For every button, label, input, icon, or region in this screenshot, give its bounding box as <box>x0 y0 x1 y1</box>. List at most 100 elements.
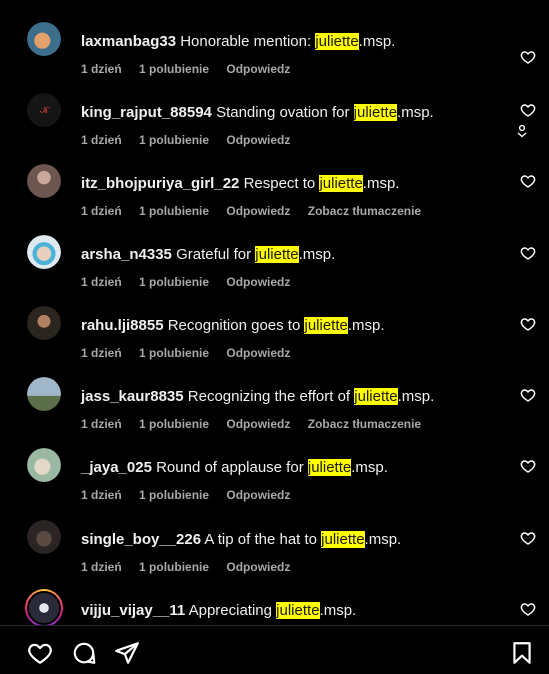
comment-time: 1 dzień <box>81 204 122 218</box>
heart-outline-icon[interactable] <box>520 173 536 189</box>
avatar-with-story-ring[interactable] <box>25 589 63 625</box>
see-translation-button[interactable]: Zobacz tłumaczenie <box>308 417 421 431</box>
bookmark-icon[interactable] <box>509 640 535 666</box>
comment-suffix: .msp. <box>364 531 402 548</box>
comment-meta: 1 dzień 1 polubienie Odpowiedz <box>81 133 304 147</box>
avatar[interactable] <box>27 520 61 554</box>
heart-outline-icon[interactable] <box>520 102 536 118</box>
comment-likes[interactable]: 1 polubienie <box>139 346 209 360</box>
comment-body: Recognizing the effort of <box>187 388 355 405</box>
comment-item: jass_kaur8835 Recognizing the effort of … <box>0 373 549 444</box>
action-bar <box>0 626 549 674</box>
comment-suffix: .msp. <box>397 104 434 121</box>
comment-item: 𝒦 king_rajput_88594 Standing ovation for… <box>0 89 549 160</box>
comment-body: A tip of the hat to <box>204 531 322 548</box>
comment-suffix: .msp. <box>351 459 388 476</box>
avatar[interactable] <box>27 448 61 482</box>
comment-mention[interactable]: juliette <box>304 317 348 334</box>
comment-meta: 1 dzień 1 polubienie Odpowiedz Zobacz tł… <box>81 204 435 218</box>
reply-button[interactable]: Odpowiedz <box>226 133 290 147</box>
comment-item: vijju_vijay__11 Appreciating juliette.ms… <box>0 587 549 625</box>
comment-likes[interactable]: 1 polubienie <box>139 488 209 502</box>
comment-username[interactable]: king_rajput_88594 <box>81 104 212 121</box>
comment-suffix: .msp. <box>358 33 396 50</box>
reply-button[interactable]: Odpowiedz <box>226 62 290 76</box>
comment-likes[interactable]: 1 polubienie <box>139 62 209 76</box>
comment-time: 1 dzień <box>81 417 122 431</box>
comment-time: 1 dzień <box>81 560 122 574</box>
comment-time: 1 dzień <box>81 346 122 360</box>
comment-text: vijju_vijay__11 Appreciating juliette.ms… <box>81 602 356 620</box>
avatar[interactable] <box>27 306 61 340</box>
comment-likes[interactable]: 1 polubienie <box>139 133 209 147</box>
comment-username[interactable]: vijju_vijay__11 <box>81 602 185 619</box>
avatar[interactable] <box>27 235 61 269</box>
avatar[interactable]: 𝒦 <box>27 93 61 127</box>
reply-button[interactable]: Odpowiedz <box>226 275 290 289</box>
reply-button[interactable]: Odpowiedz <box>226 560 290 574</box>
comment-body: Recognition goes to <box>167 317 305 334</box>
heart-outline-icon[interactable] <box>520 387 536 403</box>
comment-meta: 1 dzień 1 polubienie Odpowiedz <box>81 560 304 574</box>
comment-suffix: .msp. <box>298 246 336 263</box>
comment-suffix: .msp. <box>347 317 385 334</box>
avatar[interactable] <box>27 164 61 198</box>
comment-username[interactable]: laxmanbag33 <box>81 33 176 50</box>
comment-username[interactable]: itz_bhojpuriya_girl_22 <box>81 175 239 192</box>
heart-outline-icon[interactable] <box>520 458 536 474</box>
share-send-icon[interactable] <box>114 640 140 666</box>
heart-outline-icon[interactable] <box>520 530 536 546</box>
comment-mention[interactable]: juliette <box>276 602 320 619</box>
comment-icon[interactable] <box>71 640 97 666</box>
comment-username[interactable]: single_boy__226 <box>81 531 201 548</box>
heart-outline-icon[interactable] <box>27 640 53 666</box>
comment-text: single_boy__226 A tip of the hat to juli… <box>81 531 401 549</box>
comment-time: 1 dzień <box>81 275 122 289</box>
comment-item: _jaya_025 Round of applause for juliette… <box>0 444 549 515</box>
comment-meta: 1 dzień 1 polubienie Odpowiedz <box>81 275 304 289</box>
comment-username[interactable]: _jaya_025 <box>81 459 152 476</box>
comment-text: jass_kaur8835 Recognizing the effort of … <box>81 388 434 406</box>
comment-item: itz_bhojpuriya_girl_22 Respect to juliet… <box>0 160 549 231</box>
heart-outline-icon[interactable] <box>520 49 536 65</box>
comment-mention[interactable]: juliette <box>354 388 398 405</box>
comment-item: arsha_n4335 Grateful for juliette.msp. 1… <box>0 231 549 302</box>
comment-text: rahu.lji8855 Recognition goes to juliett… <box>81 317 385 335</box>
comment-username[interactable]: jass_kaur8835 <box>81 388 184 405</box>
heart-outline-icon[interactable] <box>520 245 536 261</box>
heart-outline-icon[interactable] <box>520 316 536 332</box>
reply-button[interactable]: Odpowiedz <box>226 346 290 360</box>
comment-meta: 1 dzień 1 polubienie Odpowiedz <box>81 62 304 76</box>
comment-mention[interactable]: juliette <box>255 246 299 263</box>
comment-text: arsha_n4335 Grateful for juliette.msp. <box>81 246 335 264</box>
comment-username[interactable]: rahu.lji8855 <box>81 317 164 334</box>
avatar[interactable] <box>27 377 61 411</box>
comment-mention[interactable]: juliette <box>307 459 352 476</box>
comment-mention[interactable]: juliette <box>321 531 365 548</box>
comment-text: king_rajput_88594 Standing ovation for j… <box>81 104 434 122</box>
comment-likes[interactable]: 1 polubienie <box>139 417 209 431</box>
comment-time: 1 dzień <box>81 488 122 502</box>
comment-text: itz_bhojpuriya_girl_22 Respect to juliet… <box>81 175 399 193</box>
avatar[interactable] <box>27 22 61 56</box>
comment-body: Standing ovation for <box>216 104 354 121</box>
comment-meta: 1 dzień 1 polubienie Odpowiedz <box>81 488 304 502</box>
comment-username[interactable]: arsha_n4335 <box>81 246 172 263</box>
comment-meta: 1 dzień 1 polubienie Odpowiedz Zobacz tł… <box>81 417 435 431</box>
heart-outline-icon[interactable] <box>520 601 536 617</box>
comment-likes[interactable]: 1 polubienie <box>139 275 209 289</box>
comment-meta: 1 dzień 1 polubienie Odpowiedz <box>81 346 304 360</box>
pinned-scroll-icon[interactable] <box>515 124 529 138</box>
reply-button[interactable]: Odpowiedz <box>226 417 290 431</box>
comment-mention[interactable]: juliette <box>353 104 398 121</box>
reply-button[interactable]: Odpowiedz <box>226 488 290 502</box>
comment-time: 1 dzień <box>81 62 122 76</box>
see-translation-button[interactable]: Zobacz tłumaczenie <box>308 204 421 218</box>
comment-body: Honorable mention: <box>180 33 316 50</box>
reply-button[interactable]: Odpowiedz <box>226 204 290 218</box>
comment-mention[interactable]: juliette <box>315 33 359 50</box>
comment-body: Round of applause for <box>156 459 308 476</box>
comment-likes[interactable]: 1 polubienie <box>139 560 209 574</box>
comment-likes[interactable]: 1 polubienie <box>139 204 209 218</box>
comment-mention[interactable]: juliette <box>319 175 363 192</box>
